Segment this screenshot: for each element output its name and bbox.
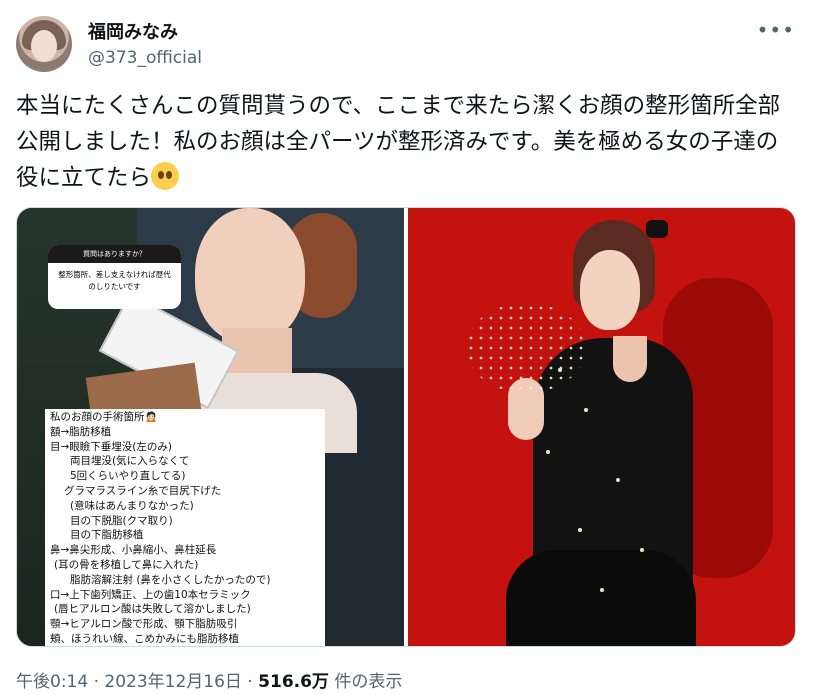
dress-sparkle — [546, 450, 550, 454]
hair-bow — [646, 220, 668, 238]
surgery-list-item: 口→上下歯列矯正、上の歯10本セラミック — [50, 588, 251, 601]
surgery-list-item: 両目埋没(気に入らなくて — [70, 455, 190, 468]
surgery-list: 私のお顔の手術箇所🙍🏻 額→脂肪移植 目→眼瞼下垂埋没(左のみ) 両目埋没(気に… — [45, 409, 325, 646]
surgery-list-item: 鼻→鼻尖形成、小鼻縮小、鼻柱延長 — [50, 544, 217, 557]
dress-sparkle — [640, 548, 644, 552]
surgery-list-item: グラマラスライン糸で目尻下げた — [64, 484, 222, 497]
tweet-date[interactable]: 2023年12月16日 — [104, 672, 242, 692]
author-handle[interactable]: @373_official — [88, 48, 202, 68]
dress-sparkle — [584, 408, 588, 412]
author-display-name[interactable]: 福岡みなみ — [88, 18, 178, 44]
surgery-list-item: 5回くらいやり直してる) — [70, 470, 186, 483]
open-back — [613, 336, 647, 382]
tweet-body: 本当にたくさんこの質問貰うので、ここまで来たら潔くお顔の整形箇所全部公開しました… — [16, 88, 796, 196]
media-grid: 質問はありますか？ 整形箇所、差し支えなければ歴代のしりたいです 私のお顔の手術… — [16, 207, 796, 647]
tweet-footer: 午後0:14 · 2023年12月16日 · 516.6万 件の表示 — [16, 667, 402, 692]
surgery-list-title: 私のお顔の手術箇所🙍🏻 — [50, 411, 158, 423]
separator: · — [88, 672, 105, 692]
media-image-right[interactable] — [408, 208, 795, 646]
surgery-list-item: (意味はあんまりなかった) — [70, 499, 194, 512]
dress-skirt — [506, 550, 696, 646]
avatar-face — [31, 30, 57, 62]
surgery-list-item: 額→脂肪移植 — [50, 425, 112, 438]
dress-sparkle — [600, 588, 604, 592]
question-box-body: 整形箇所、差し支えなければ歴代のしりたいです — [58, 270, 171, 291]
surgery-list-item: (唇ヒアルロン酸は失敗して溶かしました) — [54, 603, 251, 616]
surgery-list-item: 脂肪溶解注射 (鼻を小さくしたかったので) — [70, 573, 271, 586]
dress-sparkle — [616, 478, 620, 482]
separator: · — [241, 672, 259, 692]
view-count: 516.6万 — [258, 672, 329, 692]
surgery-list-item: 目の下脱脂(クマ取り) — [70, 514, 173, 527]
dress-sparkle — [558, 368, 562, 372]
surgery-list-item: 目の下脂肪移植 — [70, 529, 144, 542]
tweet-text: 本当にたくさんこの質問貰うので、ここまで来たら潔くお顔の整形箇所全部公開しました… — [16, 93, 781, 191]
media-image-left[interactable]: 質問はありますか？ 整形箇所、差し支えなければ歴代のしりたいです 私のお顔の手術… — [17, 208, 404, 646]
dress-sparkle — [578, 528, 582, 532]
profile-avatar[interactable] — [16, 16, 72, 72]
surgery-list-item: (耳の骨を移植して鼻に入れた) — [54, 558, 199, 571]
babys-breath-bouquet — [466, 303, 586, 393]
woman-face — [195, 208, 305, 343]
more-options-icon[interactable]: ••• — [757, 18, 795, 42]
tweet-time[interactable]: 午後0:14 — [16, 672, 88, 692]
view-label: 件の表示 — [334, 672, 403, 692]
surgery-list-item: 顎→ヒアルロン酸で形成、顎下脂肪吸引 — [50, 618, 238, 631]
surgery-list-item: 目→眼瞼下垂埋没(左のみ) — [50, 440, 172, 453]
question-box-header: 質問はありますか？ — [48, 245, 181, 263]
woman-face — [580, 250, 640, 330]
pleading-face-emoji — [151, 162, 180, 190]
surgery-list-item: 頬、ほうれい線、こめかみにも脂肪移植 — [50, 632, 239, 645]
question-box: 質問はありますか？ 整形箇所、差し支えなければ歴代のしりたいです — [48, 245, 181, 309]
